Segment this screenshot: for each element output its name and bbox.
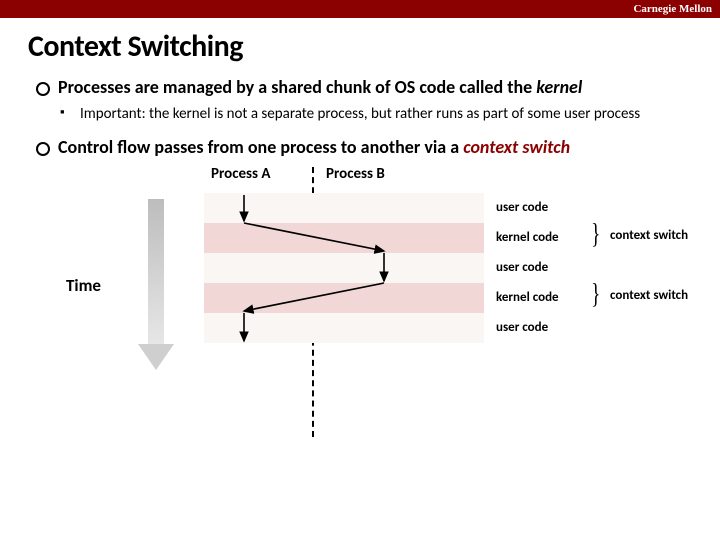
subbullet-kernel-note: Important: the kernel is not a separate … — [36, 105, 696, 124]
brand-text: Carnegie Mellon — [633, 3, 712, 15]
band-labels: user code kernel code user code kernel c… — [496, 193, 559, 343]
slide-title: Context Switching — [28, 28, 720, 65]
slide-body: Processes are managed by a shared chunk … — [36, 77, 696, 445]
time-label: Time — [66, 275, 101, 296]
process-b-label: Process B — [326, 165, 385, 183]
bullet-kernel-text: Processes are managed by a shared chunk … — [58, 76, 536, 98]
context-switch-diagram: Process A Process B Time user code kerne… — [36, 165, 696, 445]
kernel-word: kernel — [536, 76, 582, 98]
context-switch-word: context switch — [463, 136, 570, 158]
bullet-kernel: Processes are managed by a shared chunk … — [36, 77, 696, 99]
brace-icon-1: } — [591, 217, 600, 250]
brand-bar: Carnegie Mellon — [0, 0, 720, 18]
process-a-label: Process A — [211, 165, 270, 183]
label-user-2: user code — [496, 253, 559, 283]
control-flow-arrows — [204, 193, 484, 358]
label-user-1: user code — [496, 193, 559, 223]
time-arrow — [148, 199, 174, 370]
bullet-cs-text: Control flow passes from one process to … — [58, 136, 463, 158]
label-user-3: user code — [496, 313, 559, 343]
switch-label-1: context switch — [610, 228, 688, 243]
switch-label-2: context switch — [610, 288, 688, 303]
bullet-context-switch: Control flow passes from one process to … — [36, 137, 696, 159]
label-kernel-2: kernel code — [496, 283, 559, 313]
label-kernel-1: kernel code — [496, 223, 559, 253]
brace-icon-2: } — [591, 277, 600, 310]
